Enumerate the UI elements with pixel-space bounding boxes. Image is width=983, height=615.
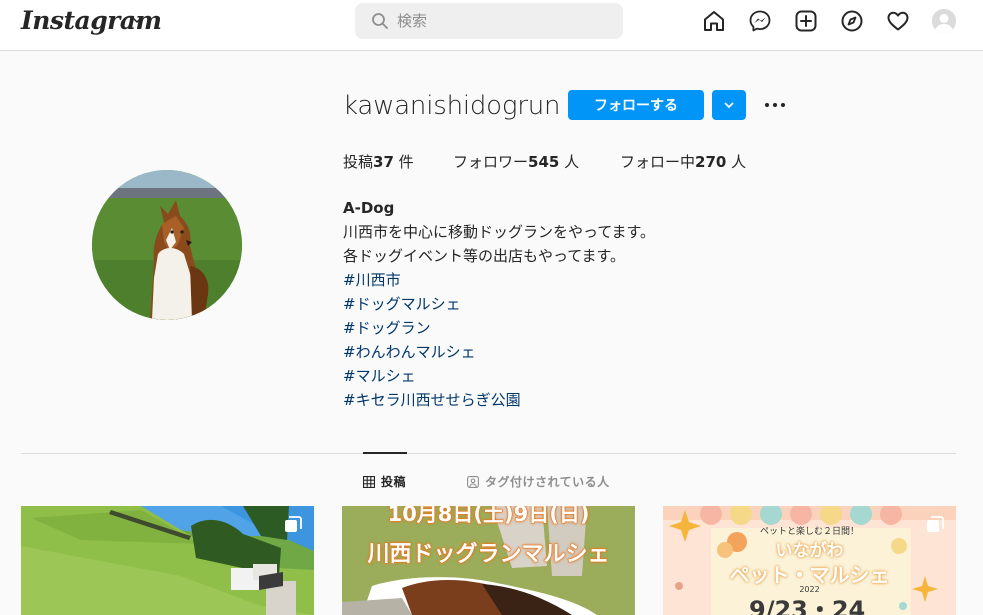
hashtag-link[interactable]: #マルシェ bbox=[343, 364, 655, 388]
bio-line: 川西市を中心に移動ドッグランをやってます。 bbox=[343, 223, 656, 241]
home-icon[interactable] bbox=[702, 9, 726, 33]
chevron-down-icon bbox=[724, 102, 734, 109]
messenger-icon[interactable] bbox=[748, 9, 772, 33]
hashtag-link[interactable]: #ドッグラン bbox=[343, 316, 655, 340]
top-navigation: Instagram bbox=[0, 0, 983, 51]
posts-count: 投稿37 件 bbox=[343, 153, 414, 171]
new-post-icon[interactable] bbox=[794, 9, 818, 33]
followers-count[interactable]: フォロワー545 人 bbox=[453, 151, 579, 172]
post-date: 9/23・24 bbox=[749, 596, 866, 615]
post-title-line: いながわ bbox=[775, 541, 844, 561]
post-thumbnail[interactable]: 10月8日(土)9日(日) 川西ドッグランマルシェ bbox=[342, 506, 635, 615]
profile-avatar[interactable] bbox=[92, 170, 242, 320]
search-box[interactable] bbox=[355, 3, 623, 39]
more-options-icon[interactable] bbox=[762, 94, 788, 116]
profile-avatar-small[interactable] bbox=[932, 9, 956, 33]
post-title-line: 川西ドッグランマルシェ bbox=[367, 542, 610, 568]
chevron-down-icon[interactable] bbox=[130, 13, 144, 27]
search-icon bbox=[372, 13, 388, 29]
profile-username: kawanishidogrun bbox=[343, 91, 561, 121]
hashtag-link[interactable]: #わんわんマルシェ bbox=[343, 340, 655, 364]
post-title-line: 10月8日(土)9日(日) bbox=[387, 506, 590, 527]
follow-button[interactable]: フォローする bbox=[568, 90, 704, 120]
post-thumbnail[interactable] bbox=[21, 506, 314, 615]
search-input[interactable] bbox=[397, 10, 607, 32]
tag-person-icon bbox=[467, 476, 479, 488]
multiple-photos-icon bbox=[285, 516, 302, 532]
explore-icon[interactable] bbox=[840, 9, 864, 33]
tab-tagged[interactable]: タグ付けされている人 bbox=[467, 473, 610, 490]
activity-heart-icon[interactable] bbox=[886, 9, 910, 33]
active-tab-indicator bbox=[363, 452, 407, 454]
profile-display-name: A-Dog bbox=[343, 199, 395, 217]
tabs-divider bbox=[21, 453, 956, 454]
post-title-line: ペット・マルシェ bbox=[729, 563, 890, 587]
grid-icon bbox=[362, 475, 376, 489]
hashtag-link[interactable]: #ドッグマルシェ bbox=[343, 292, 655, 316]
post-image bbox=[21, 506, 314, 615]
bio-line: 各ドッグイベント等の出店もやってます。 bbox=[343, 247, 626, 265]
hashtag-link[interactable]: #キセラ川西せせらぎ公園 bbox=[343, 388, 655, 412]
tab-posts[interactable]: 投稿 bbox=[362, 473, 406, 490]
hashtag-link[interactable]: #川西市 bbox=[343, 268, 655, 292]
following-count[interactable]: フォロー中270 人 bbox=[620, 151, 746, 172]
post-thumbnail[interactable]: ペットと楽しむ２日間！ いながわ ペット・マルシェ 2022 9/23・24 bbox=[663, 506, 956, 615]
suggested-accounts-button[interactable] bbox=[712, 90, 746, 120]
multiple-photos-icon bbox=[927, 516, 944, 532]
profile-bio: A-Dog 川西市を中心に移動ドッグランをやってます。 各ドッグイベント等の出店… bbox=[343, 196, 655, 412]
